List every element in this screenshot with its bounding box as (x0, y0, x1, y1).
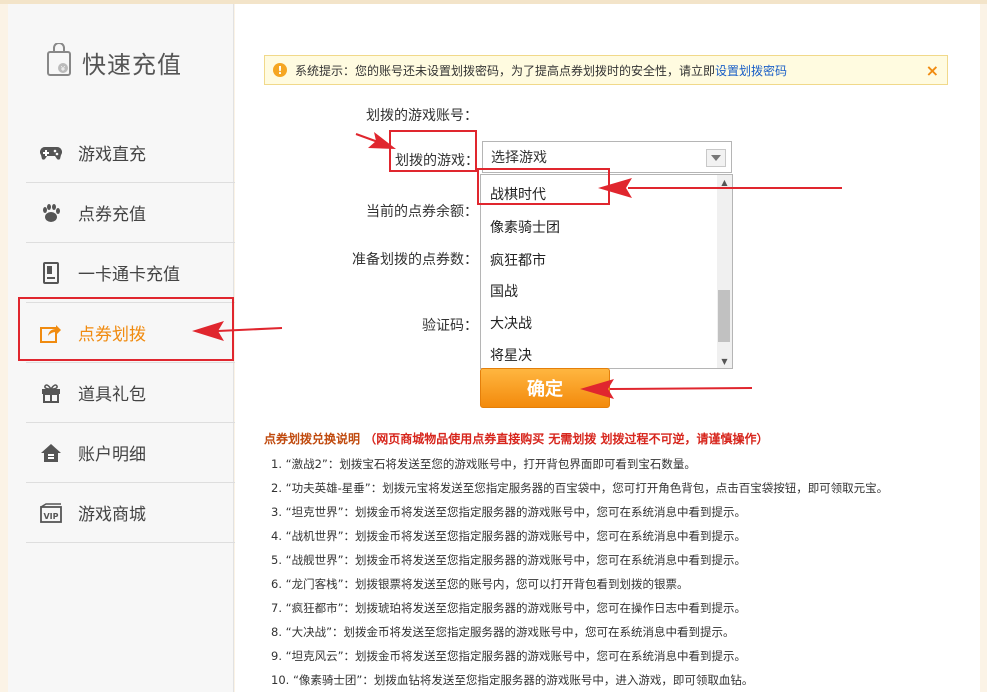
main-panel: ! 系统提示：您的账号还未设置划拨密码，为了提高点券划拨时的安全性，请立即 设置… (235, 4, 980, 692)
rules-list: 1. “激战2”：划拨宝石将发送至您的游戏账号中，打开背包界面即可看到宝石数量。… (271, 452, 971, 692)
dropdown-scrollbar[interactable]: ▲ ▼ (717, 175, 732, 368)
sidebar-item-label: 道具礼包 (78, 385, 146, 405)
notice-text: 系统提示：您的账号还未设置划拨密码，为了提高点券划拨时的安全性，请立即 (295, 63, 716, 78)
option-guozhan[interactable]: 国战 (490, 281, 518, 301)
game-select-value: 选择游戏 (491, 150, 547, 166)
list-item: 6. “龙门客栈”：划拨银票将发送至您的账号内，您可以打开背包看到划拨的银票。 (271, 577, 689, 591)
sidebar-item-game-recharge[interactable]: 游戏直充 (26, 123, 240, 183)
sidebar-item-label: 点券充值 (78, 205, 146, 225)
list-item: 9. “坦克风云”：划拨金币将发送至您指定服务器的游戏账号中，您可在系统消息中看… (271, 649, 747, 663)
account-label: 划拨的游戏账号： (366, 108, 478, 124)
option-xiangsu[interactable]: 像素骑士团 (490, 217, 560, 237)
scroll-down-icon[interactable]: ▼ (717, 354, 732, 368)
sidebar-item-label: 账户明细 (78, 445, 146, 465)
list-item: 5. “战舰世界”：划拨金币将发送至您指定服务器的游戏账号中，您可在系统消息中看… (271, 553, 747, 567)
list-item: 10. “像素骑士团”：划拨血钻将发送至您指定服务器的游戏账号中，进入游戏，即可… (271, 673, 754, 687)
system-notice: ! 系统提示：您的账号还未设置划拨密码，为了提高点券划拨时的安全性，请立即 设置… (264, 55, 948, 85)
option-jiangxing[interactable]: 将星决 (490, 345, 532, 365)
close-icon[interactable]: × (926, 61, 939, 80)
captcha-label: 验证码： (422, 318, 478, 334)
highlight-box-game-label (389, 130, 477, 172)
amount-label: 准备划拨的点券数： (352, 252, 478, 268)
svg-text:VIP: VIP (43, 512, 58, 521)
gamepad-icon (40, 142, 62, 164)
sidebar-item-coupon-recharge[interactable]: 点券充值 (26, 183, 240, 243)
scroll-up-icon[interactable]: ▲ (717, 175, 732, 189)
set-password-link[interactable]: 设置划拨密码 (715, 62, 787, 79)
home-icon (40, 442, 62, 464)
sidebar-item-label: 游戏商城 (78, 505, 146, 525)
list-item: 3. “坦克世界”：划拨金币将发送至您指定服务器的游戏账号中，您可在系统消息中看… (271, 505, 747, 519)
gift-icon (40, 382, 62, 404)
list-item: 1. “激战2”：划拨宝石将发送至您的游戏账号中，打开背包界面即可看到宝石数量。 (271, 457, 696, 471)
chevron-down-icon[interactable] (706, 149, 726, 167)
explain-note: （网页商城物品使用点券直接购买 无需划拨 划拨过程不可逆，请谨慎操作） (364, 432, 769, 446)
sidebar-item-card-recharge[interactable]: 一卡通卡充值 (26, 243, 240, 303)
highlight-box-option (477, 168, 610, 205)
option-dajuezhan[interactable]: 大决战 (490, 313, 532, 333)
card-icon (40, 261, 62, 284)
option-fengkuang[interactable]: 疯狂都市 (490, 250, 546, 270)
list-item: 2. “功夫英雄-星垂”：划拨元宝将发送至您指定服务器的百宝袋中，您可打开角色背… (271, 481, 889, 495)
list-item: 8. “大决战”：划拨金币将发送至您指定服务器的游戏账号中，您可在系统消息中看到… (271, 625, 735, 639)
vip-icon: VIP (40, 502, 62, 524)
paw-icon (40, 202, 62, 224)
warning-icon: ! (273, 63, 287, 77)
sidebar-item-game-mall[interactable]: VIP 游戏商城 (26, 483, 240, 543)
list-item: 4. “战机世界”：划拨金币将发送至您指定服务器的游戏账号中，您可在系统消息中看… (271, 529, 747, 543)
explain-title: 点券划拨兑换说明 (264, 432, 361, 446)
sidebar-item-label: 一卡通卡充值 (78, 265, 180, 285)
sidebar-item-gift-pack[interactable]: 道具礼包 (26, 363, 240, 423)
sidebar-item-label: 游戏直充 (78, 145, 146, 165)
balance-label: 当前的点券余额： (366, 204, 478, 220)
highlight-box-menu (18, 297, 234, 361)
sidebar-title-text: 快速充值 (82, 50, 182, 79)
explain-heading: 点券划拨兑换说明 （网页商城物品使用点券直接购买 无需划拨 划拨过程不可逆，请谨… (264, 430, 769, 447)
sidebar-item-account-details[interactable]: 账户明细 (26, 423, 240, 483)
list-item: 7. “疯狂都市”：划拨琥珀将发送至您指定服务器的游戏账号中，您可在操作日志中看… (271, 601, 747, 615)
shopping-bag-icon: ¥ (46, 42, 72, 81)
scrollbar-thumb[interactable] (718, 290, 730, 342)
svg-text:¥: ¥ (61, 65, 66, 73)
sidebar-title: ¥ 快速充值 (46, 42, 182, 82)
confirm-button[interactable]: 确定 (480, 368, 610, 408)
